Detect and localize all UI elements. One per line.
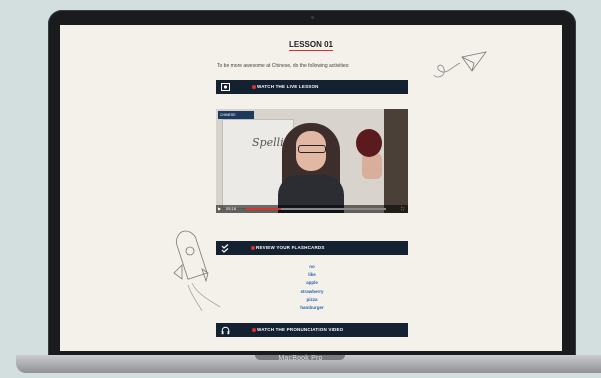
rocket-icon [173,230,221,311]
video-controls[interactable]: ▶ 05:18 ⛶ [216,205,408,213]
video-progress-fill [246,208,281,210]
headphones-icon [220,325,230,335]
screen: LESSON 01 To be more awesome at Chinese,… [60,25,562,351]
apple-prop [356,129,382,157]
section-bar-flashcards[interactable]: REVIEW YOUR FLASHCARDS [216,241,408,255]
bookshelf [384,109,408,213]
video-logo: CHINESE [218,111,254,119]
section-bar-pronunciation[interactable]: WATCH THE PRONUNCIATION VIDEO [216,323,408,337]
accent-dot [252,328,256,332]
flashcard-link[interactable]: no [216,263,408,271]
video-time: 05:18 [226,206,237,211]
section-label: REVIEW YOUR FLASHCARDS [256,245,325,250]
accent-dot [251,246,255,250]
lesson-intro: To be more awesome at Chinese, do the fo… [217,63,350,69]
laptop-brand: MacBook Pro [278,355,323,362]
accent-dot [252,85,256,89]
fullscreen-icon[interactable]: ⛶ [401,205,404,213]
section-label: WATCH THE PRONUNCIATION VIDEO [257,327,344,332]
flashcard-list: no like apple strawberry pizza hamburger [216,263,408,312]
flashcard-link[interactable]: like [216,271,408,279]
teacher-hand [362,153,382,179]
flashcard-link[interactable]: hamburger [216,304,408,312]
section-bar-live-lesson[interactable]: WATCH THE LIVE LESSON [216,80,408,94]
lesson-title: LESSON 01 [60,40,562,51]
paper-plane-icon [433,51,487,78]
video-progress-bar[interactable] [246,208,386,210]
play-icon[interactable]: ▶ [218,205,221,213]
flashcard-link[interactable]: apple [216,279,408,287]
video-icon [220,82,230,92]
flashcard-link[interactable]: strawberry [216,288,408,296]
lesson-title-text: LESSON 01 [288,40,333,51]
camera-dot [310,16,314,19]
section-label: WATCH THE LIVE LESSON [257,84,319,89]
flashcard-link[interactable]: pizza [216,296,408,304]
teacher-glasses [298,145,326,153]
video-player[interactable]: Spelling Bee CHINESE ▶ 05:18 ⛶ [216,109,408,213]
